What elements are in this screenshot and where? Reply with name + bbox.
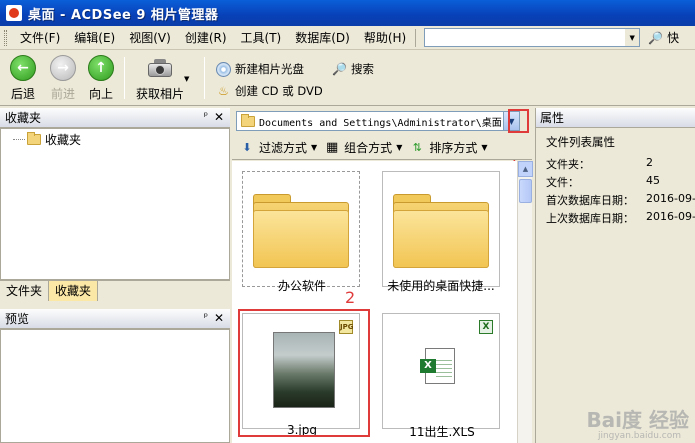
camera-icon	[145, 55, 175, 81]
window-title: 桌面 - ACDSee 9 相片管理器	[28, 7, 219, 23]
address-bar-row: Documents and Settings\Administrator\桌面 …	[232, 108, 532, 134]
menu-database[interactable]: 数据库(D)	[288, 28, 357, 48]
title-bar[interactable]: 桌面 - ACDSee 9 相片管理器	[0, 0, 695, 26]
file-label[interactable]: 未使用的桌面快捷...	[378, 277, 504, 294]
menu-grip[interactable]	[4, 29, 7, 46]
property-value: 2016-09-0	[646, 210, 695, 223]
forward-button[interactable]: → 前进	[50, 55, 76, 102]
search-button[interactable]: 🔎 搜索	[332, 61, 374, 77]
file-item-folder[interactable]	[242, 171, 360, 287]
create-cd-dvd-button[interactable]: ♨ 创建 CD 或 DVD	[216, 83, 323, 99]
highlight-box-1	[508, 109, 529, 133]
filter-bar: ⬇ 过滤方式 ▼ ▦ 组合方式 ▼ ⇅ 排序方式 ▼	[232, 136, 532, 160]
property-key: 上次数据库日期：	[546, 212, 634, 225]
tab-folders[interactable]: 文件夹	[0, 281, 50, 301]
tab-favorites[interactable]: 收藏夹	[49, 281, 99, 301]
quick-search-icon[interactable]: 🔎	[648, 31, 663, 45]
xls-badge-icon: X	[479, 320, 493, 334]
favorites-panel-header: 收藏夹 ᵖ ✕	[0, 108, 230, 128]
file-label[interactable]: 11出生.XLS	[382, 423, 502, 440]
quick-search-input[interactable]: ▼	[424, 28, 641, 47]
file-list: 办公软件 未使用的桌面快捷... JPG 3.jpg X X 11出生.XLS …	[232, 161, 517, 443]
up-button[interactable]: ↑ 向上	[88, 55, 114, 102]
folder-icon	[253, 194, 349, 268]
favorites-panel-title: 收藏夹	[5, 111, 42, 125]
close-icon[interactable]: ✕	[214, 311, 224, 325]
property-value: 2016-09-0	[646, 192, 695, 205]
chevron-down-icon: ▼	[311, 143, 318, 152]
address-bar[interactable]: Documents and Settings\Administrator\桌面 …	[236, 111, 520, 131]
menu-view[interactable]: 视图(V)	[122, 28, 178, 48]
scroll-up-icon[interactable]: ▲	[518, 161, 533, 177]
group-button[interactable]: ▦ 组合方式 ▼	[325, 139, 402, 156]
sort-icon: ⇅	[412, 141, 422, 154]
app-icon	[6, 5, 22, 21]
excel-file-icon: X	[420, 348, 455, 384]
chevron-down-icon: ▼	[396, 143, 403, 152]
filter-icon: ⬇	[242, 141, 252, 154]
property-key: 首次数据库日期：	[546, 194, 634, 207]
menu-tools[interactable]: 工具(T)	[234, 28, 289, 48]
back-arrow-icon: ←	[10, 55, 36, 81]
favorites-tree: 收藏夹	[0, 128, 230, 280]
toolbar-separator	[204, 57, 205, 99]
property-key: 文件：	[546, 176, 579, 189]
file-list-scrollbar[interactable]: ▲	[517, 161, 533, 443]
back-button[interactable]: ← 后退	[10, 55, 36, 102]
property-key: 文件夹：	[546, 158, 590, 171]
menu-help[interactable]: 帮助(H)	[357, 28, 413, 48]
tree-item-favorites[interactable]: 收藏夹	[13, 131, 81, 148]
property-value: 45	[646, 174, 660, 187]
folder-icon	[393, 194, 489, 268]
close-icon[interactable]: ✕	[214, 110, 224, 124]
search-icon: 🔎	[332, 62, 347, 76]
properties-panel: 属性 文件列表属性 文件夹： 2 文件： 45 首次数据库日期： 2016-09…	[535, 108, 695, 443]
menu-file[interactable]: 文件(F)	[13, 28, 67, 48]
folder-icon	[241, 113, 255, 127]
pin-icon[interactable]: ᵖ	[204, 312, 208, 323]
properties-title: 属性	[536, 108, 695, 128]
quick-search-dropdown-icon[interactable]: ▼	[625, 29, 640, 46]
pin-icon[interactable]: ᵖ	[204, 111, 208, 122]
folder-icon	[27, 132, 41, 145]
menu-create[interactable]: 创建(R)	[178, 28, 234, 48]
chevron-down-icon: ▼	[481, 143, 488, 152]
preview-area	[0, 329, 230, 443]
baidu-watermark-url: jingyan.baidu.com	[597, 431, 681, 441]
properties-section-title: 文件列表属性	[546, 135, 615, 149]
forward-arrow-icon: →	[50, 55, 76, 81]
preview-panel-title: 预览	[5, 312, 30, 326]
cd-burn-icon: ♨	[218, 84, 229, 98]
menu-bar: 文件(F) 编辑(E) 视图(V) 创建(R) 工具(T) 数据库(D) 帮助(…	[0, 26, 695, 50]
acquire-dropdown-icon[interactable]: ▼	[184, 75, 189, 83]
menu-separator	[415, 28, 417, 47]
new-photo-disc-button[interactable]: 新建相片光盘	[216, 61, 304, 77]
filter-button[interactable]: ⬇ 过滤方式 ▼	[240, 139, 317, 156]
quick-search-label[interactable]: 快	[667, 29, 679, 46]
scrollbar-thumb[interactable]	[519, 179, 532, 203]
acquire-photos-button[interactable]: 获取相片	[136, 55, 184, 102]
toolbar-separator	[124, 57, 125, 99]
up-arrow-icon: ↑	[88, 55, 114, 81]
main-toolbar: ← 后退 → 前进 ↑ 向上 获取相片 ▼ 新建相片光盘 🔎 搜索 ♨ 创建 C…	[0, 51, 695, 106]
property-value: 2	[646, 156, 653, 169]
disc-icon	[216, 61, 231, 77]
file-item-xls[interactable]: X X	[382, 313, 500, 429]
left-panel-tabs: 文件夹 收藏夹	[0, 280, 230, 302]
menu-edit[interactable]: 编辑(E)	[67, 28, 122, 48]
preview-panel-header: 预览 ᵖ ✕	[0, 309, 230, 329]
annotation-number-2: 2	[345, 288, 356, 307]
file-item-folder[interactable]	[382, 171, 500, 287]
baidu-watermark: Bai度 经验	[586, 408, 689, 432]
group-icon: ▦	[326, 140, 339, 155]
highlight-box-2	[238, 309, 370, 437]
address-path: Documents and Settings\Administrator\桌面	[259, 117, 502, 129]
sort-button[interactable]: ⇅ 排序方式 ▼	[410, 139, 488, 156]
file-label[interactable]: 办公软件	[242, 277, 362, 294]
